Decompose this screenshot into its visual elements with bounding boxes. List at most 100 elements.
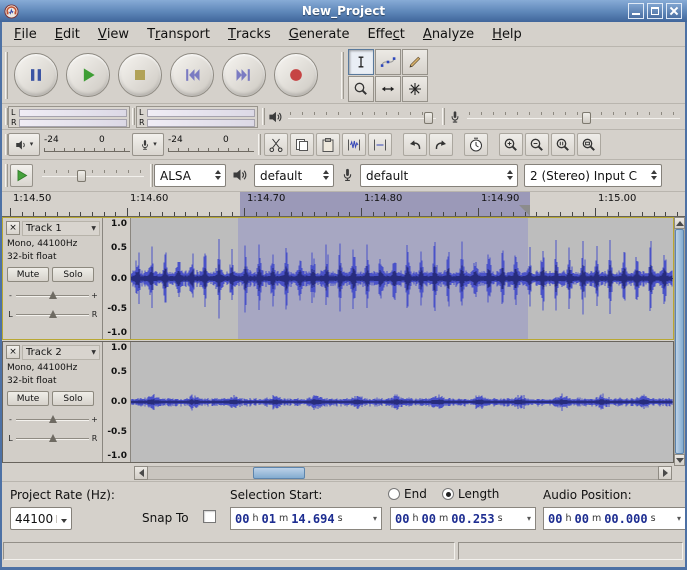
audio-host-select[interactable]: ALSA bbox=[154, 164, 226, 187]
trim-audio-button[interactable] bbox=[342, 133, 366, 156]
scroll-right-button[interactable] bbox=[658, 466, 672, 480]
envelope-tool-button[interactable] bbox=[375, 49, 401, 75]
gain-slider-thumb[interactable] bbox=[49, 291, 57, 299]
play-button[interactable] bbox=[66, 53, 110, 97]
time-field-spinner-icon[interactable]: ▾ bbox=[527, 514, 531, 523]
menu-item-tracks[interactable]: Tracks bbox=[219, 22, 280, 46]
gain-slider[interactable]: - + bbox=[7, 290, 98, 301]
output-volume-track[interactable] bbox=[288, 109, 436, 125]
close-button[interactable] bbox=[666, 3, 682, 19]
playback-meter-menu-button[interactable]: ▾ bbox=[8, 133, 40, 156]
zoom-in-button[interactable] bbox=[499, 133, 523, 156]
toolbar-grip[interactable] bbox=[341, 52, 344, 99]
project-rate-select[interactable]: 44100 bbox=[10, 507, 72, 530]
vertical-ruler[interactable]: 1.00.50.0-0.5-1.0 bbox=[103, 218, 131, 339]
recording-meter-menu-button[interactable]: ▾ bbox=[132, 133, 164, 156]
waveform[interactable] bbox=[131, 342, 673, 462]
time-shift-tool-button[interactable] bbox=[375, 76, 401, 102]
playback-speed-thumb[interactable] bbox=[77, 170, 86, 182]
undo-button[interactable] bbox=[403, 133, 427, 156]
playback-meter[interactable]: L R bbox=[8, 106, 130, 128]
input-volume-thumb[interactable] bbox=[582, 112, 591, 124]
menu-item-view[interactable]: View bbox=[89, 22, 138, 46]
waveform-area[interactable] bbox=[131, 218, 673, 339]
cut-button[interactable] bbox=[264, 133, 288, 156]
input-volume-track[interactable] bbox=[467, 109, 680, 125]
minimize-button[interactable] bbox=[628, 3, 644, 19]
mute-button[interactable]: Mute bbox=[7, 267, 49, 282]
fit-selection-button[interactable] bbox=[551, 133, 575, 156]
toolbar-grip[interactable] bbox=[5, 52, 8, 99]
vertical-scroll-track[interactable] bbox=[674, 229, 685, 454]
pan-slider[interactable]: L R bbox=[7, 433, 98, 444]
gain-slider-thumb[interactable] bbox=[49, 415, 57, 423]
skip-to-end-button[interactable] bbox=[222, 53, 266, 97]
mute-button[interactable]: Mute bbox=[7, 391, 49, 406]
vertical-ruler[interactable]: 1.00.50.0-0.5-1.0 bbox=[103, 342, 131, 462]
selection-tool-button[interactable] bbox=[348, 49, 374, 75]
stop-button[interactable] bbox=[118, 53, 162, 97]
pause-button[interactable] bbox=[14, 53, 58, 97]
toolbar-grip[interactable] bbox=[150, 164, 153, 187]
silence-audio-button[interactable] bbox=[368, 133, 392, 156]
gain-slider[interactable]: - + bbox=[7, 414, 98, 425]
horizontal-scroll-thumb[interactable] bbox=[253, 467, 305, 479]
waveform-area[interactable] bbox=[131, 342, 673, 462]
scroll-up-button[interactable] bbox=[674, 217, 685, 229]
scroll-left-button[interactable] bbox=[134, 466, 148, 480]
radio-length[interactable]: Length bbox=[442, 487, 499, 501]
pan-slider-thumb[interactable] bbox=[49, 310, 57, 318]
vertical-scrollbar[interactable] bbox=[674, 217, 685, 466]
pan-slider[interactable]: L R bbox=[7, 309, 98, 320]
meter-bar-left[interactable] bbox=[147, 109, 255, 117]
audio-position-field[interactable]: 00h00m00.000s▾ bbox=[543, 507, 686, 530]
menu-item-effect[interactable]: Effect bbox=[358, 22, 413, 46]
meter-bar-right[interactable] bbox=[19, 119, 127, 127]
track-close-button[interactable]: × bbox=[6, 345, 20, 359]
menu-item-edit[interactable]: Edit bbox=[46, 22, 89, 46]
waveform[interactable] bbox=[131, 218, 673, 339]
radio-end[interactable]: End bbox=[388, 487, 427, 501]
recording-meter[interactable]: L R bbox=[136, 106, 258, 128]
toolbar-grip[interactable] bbox=[258, 134, 261, 155]
input-channels-select[interactable]: 2 (Stereo) Input C bbox=[524, 164, 662, 187]
redo-button[interactable] bbox=[429, 133, 453, 156]
scroll-down-button[interactable] bbox=[674, 454, 685, 466]
toolbar-grip[interactable] bbox=[442, 108, 445, 125]
copy-button[interactable] bbox=[290, 133, 314, 156]
pan-slider-thumb[interactable] bbox=[49, 434, 57, 442]
play-at-speed-button[interactable] bbox=[10, 164, 33, 187]
input-device-select[interactable]: default bbox=[360, 164, 518, 187]
output-device-select[interactable]: default bbox=[254, 164, 334, 187]
multi-tool-button[interactable] bbox=[402, 76, 428, 102]
titlebar[interactable]: New_Project bbox=[0, 0, 687, 22]
time-field-spinner-icon[interactable]: ▾ bbox=[677, 514, 681, 523]
horizontal-scrollbar[interactable] bbox=[134, 466, 672, 480]
menu-item-file[interactable]: File bbox=[5, 22, 46, 46]
menu-item-analyze[interactable]: Analyze bbox=[414, 22, 483, 46]
record-button[interactable] bbox=[274, 53, 318, 97]
playback-speed-slider[interactable] bbox=[42, 167, 144, 183]
selection-length-field[interactable]: 00h00m00.253s▾ bbox=[390, 507, 536, 530]
output-volume-thumb[interactable] bbox=[424, 112, 433, 124]
skip-to-start-button[interactable] bbox=[170, 53, 214, 97]
menu-item-transport[interactable]: Transport bbox=[138, 22, 219, 46]
toolbar-grip[interactable] bbox=[5, 164, 8, 187]
time-field-spinner-icon[interactable]: ▾ bbox=[373, 514, 377, 523]
draw-tool-button[interactable] bbox=[402, 49, 428, 75]
toolbar-grip[interactable] bbox=[262, 108, 265, 125]
track-close-button[interactable]: × bbox=[6, 221, 20, 235]
timer-record-button[interactable] bbox=[464, 133, 488, 156]
snap-to-checkbox[interactable] bbox=[203, 510, 216, 523]
menu-item-help[interactable]: Help bbox=[483, 22, 531, 46]
zoom-tool-button[interactable] bbox=[348, 76, 374, 102]
timeline-ruler[interactable]: 1:14.501:14.601:14.701:14.801:14.901:15.… bbox=[2, 192, 685, 217]
meter-bar-left[interactable] bbox=[19, 109, 127, 117]
radio-circle[interactable] bbox=[442, 488, 454, 500]
solo-button[interactable]: Solo bbox=[52, 391, 94, 406]
zoom-out-button[interactable] bbox=[525, 133, 549, 156]
fit-project-button[interactable] bbox=[577, 133, 601, 156]
vertical-scroll-thumb[interactable] bbox=[675, 229, 684, 454]
track-title-menu[interactable]: Track 1 ▼ bbox=[22, 221, 100, 236]
paste-button[interactable] bbox=[316, 133, 340, 156]
